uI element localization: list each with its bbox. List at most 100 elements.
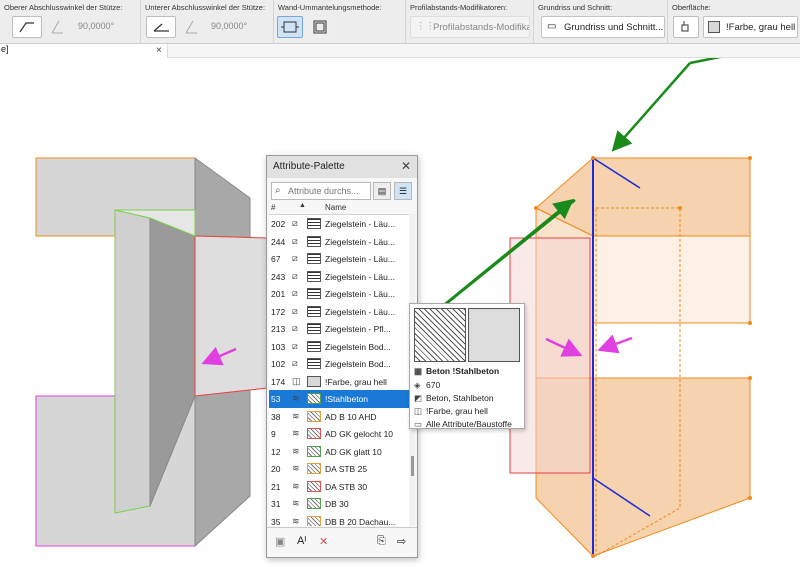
wall-cut-icon (313, 20, 327, 34)
fill-swatch (307, 218, 321, 229)
close-icon[interactable]: ✕ (401, 159, 411, 173)
list-item[interactable]: 20 ≋ DA STB 25 (269, 460, 409, 478)
id-icon: ◈ (414, 380, 421, 390)
attribute-name: AD GK glatt 10 (325, 446, 382, 457)
folder-view-button[interactable]: ▤ (373, 182, 391, 200)
building-material-icon: ⧄ (292, 340, 298, 351)
list-item[interactable]: 12 ≋ AD GK glatt 10 (269, 443, 409, 461)
folder-icon: ▭ (414, 419, 423, 429)
fill-swatch (307, 288, 321, 299)
surface-swatch (708, 21, 720, 33)
attribute-name: Ziegelstein Bod... (325, 341, 391, 352)
building-material-icon: ≋ (292, 445, 300, 456)
list-item[interactable]: 53 ≋ !Stahlbeton (269, 390, 409, 408)
attribute-search-input[interactable]: ⌕ Attribute durchs... (271, 182, 371, 200)
delete-icon[interactable]: ✕ (319, 535, 328, 548)
list-item[interactable]: 202 ⧄ Ziegelstein - Läu... (269, 215, 409, 233)
scroll-thumb[interactable] (411, 456, 414, 476)
list-item[interactable]: 21 ≋ DA STB 30 (269, 478, 409, 496)
fill-swatch (307, 410, 321, 422)
building-material-icon: ⧄ (292, 270, 298, 281)
top-angle-value[interactable]: 90,0000° (78, 21, 114, 31)
attribute-list[interactable]: 202 ⧄ Ziegelstein - Läu... 244 ⧄ Ziegelstein … (269, 214, 409, 526)
palette-title: Attribute-Palette (273, 161, 345, 172)
surface-icon: ◫ (414, 406, 423, 416)
attribute-number: 35 (271, 516, 281, 527)
left-column-model (35, 157, 269, 548)
info-box-toolbar: Oberer Abschlusswinkel der Stütze: 90,00… (0, 0, 800, 44)
building-material-icon: ▦ (414, 366, 423, 376)
wall-cut-button[interactable] (307, 16, 333, 38)
sort-up-icon[interactable]: ▲ (299, 202, 306, 209)
search-placeholder: Attribute durchs... (288, 186, 359, 196)
building-material-icon: ≋ (292, 480, 300, 491)
import-icon[interactable]: ⎘ (377, 535, 386, 548)
palette-titlebar[interactable]: Attribute-Palette ✕ (267, 156, 417, 178)
wall-method-label: Wand-Ummantelungsmethode: (278, 3, 382, 12)
list-icon: ☰ (398, 186, 408, 196)
building-material-icon: ⧄ (292, 288, 298, 298)
tooltip-title-line: ▦ Beton !Stahlbeton (414, 366, 499, 377)
attribute-number: 174 (271, 376, 286, 387)
attribute-palette[interactable]: Attribute-Palette ✕ ⌕ Attribute durchs..… (266, 155, 418, 558)
col-num[interactable]: # (271, 203, 275, 212)
surface-dropdown[interactable]: !Farbe, grau hell (703, 16, 798, 38)
profile-section: Profilabstands-Modifikatoren: ⋮⋮ Profila… (406, 0, 534, 44)
list-item[interactable]: 213 ⧄ Ziegelstein - Pfl... (269, 320, 409, 338)
list-item[interactable]: 35 ≋ DB B 20 Dachau... (269, 513, 409, 527)
plan-dropdown[interactable]: ▭ Grundriss und Schnitt... (541, 16, 665, 38)
profile-icon: ⋮⋮ (416, 21, 435, 32)
top-angle-button[interactable] (12, 16, 42, 38)
list-item[interactable]: 201 ⧄ Ziegelstein - Läu... (269, 285, 409, 303)
profile-value: Profilabstands-Modifika... (433, 22, 530, 33)
tooltip-surface-line: ◫ !Farbe, grau hell (414, 406, 488, 417)
search-icon: ⌕ (275, 185, 281, 196)
fill-swatch (307, 375, 321, 387)
building-material-icon: ≋ (292, 393, 300, 403)
list-item[interactable]: 31 ≋ DB 30 (269, 495, 409, 513)
bottom-angle-value[interactable]: 90,0000° (211, 21, 247, 31)
fill-swatch (307, 498, 321, 509)
list-item[interactable]: 102 ⧄ Ziegelstein Bod... (269, 355, 409, 373)
list-item[interactable]: 38 ≋ AD B 10 AHD (269, 408, 409, 426)
rename-icon[interactable]: Aᴵ (297, 535, 306, 547)
list-item[interactable]: 67 ⧄ Ziegelstein - Läu... (269, 250, 409, 268)
col-name[interactable]: Name (325, 203, 346, 212)
list-view-button[interactable]: ☰ (394, 182, 412, 200)
list-item[interactable]: 103 ⧄ Ziegelstein Bod... (269, 338, 409, 356)
attribute-name: Ziegelstein - Läu... (325, 219, 395, 229)
list-item[interactable]: 172 ⧄ Ziegelstein - Läu... (269, 303, 409, 321)
close-tab-icon[interactable]: × (156, 45, 162, 56)
bottom-angle-button[interactable] (146, 16, 176, 38)
export-icon[interactable]: ⇨ (397, 535, 406, 548)
view-tab[interactable]: e] × (0, 44, 168, 58)
tooltip-surface: !Farbe, grau hell (426, 406, 488, 416)
new-folder-icon[interactable]: ▣ (275, 535, 285, 548)
building-material-icon: ≋ (292, 463, 300, 473)
fill-swatch (307, 480, 321, 492)
building-material-icon: ⧄ (292, 253, 298, 263)
building-material-icon: ⧄ (292, 323, 298, 333)
attribute-name: Ziegelstein - Läu... (325, 236, 395, 247)
attribute-number: 103 (271, 341, 286, 352)
list-item[interactable]: 244 ⧄ Ziegelstein - Läu... (269, 233, 409, 251)
wall-wrap-button[interactable] (277, 16, 303, 38)
surface-override-button[interactable] (673, 16, 699, 38)
fill-swatch (307, 393, 321, 404)
attribute-number: 172 (271, 306, 286, 317)
fill-swatch (307, 253, 321, 264)
fill-swatch (307, 515, 321, 526)
attribute-name: Ziegelstein - Läu... (325, 306, 395, 317)
profile-dropdown[interactable]: ⋮⋮ Profilabstands-Modifika... (410, 16, 530, 38)
plan-icon: ▭ (547, 21, 557, 32)
list-item[interactable]: 174 ◫ !Farbe, grau hell (269, 373, 409, 391)
list-item[interactable]: 9 ≋ AD GK gelocht 10 (269, 425, 409, 443)
building-material-icon: ⧄ (292, 358, 298, 368)
tooltip-folder: Alle Attribute/Baustoffe (426, 419, 512, 429)
paint-bucket-icon (681, 21, 689, 32)
attribute-number: 53 (271, 394, 281, 404)
attribute-name: Ziegelstein - Läu... (325, 254, 395, 264)
attribute-name: Ziegelstein Bod... (325, 359, 391, 369)
list-item[interactable]: 243 ⧄ Ziegelstein - Läu... (269, 268, 409, 286)
fill-swatch (307, 323, 321, 334)
